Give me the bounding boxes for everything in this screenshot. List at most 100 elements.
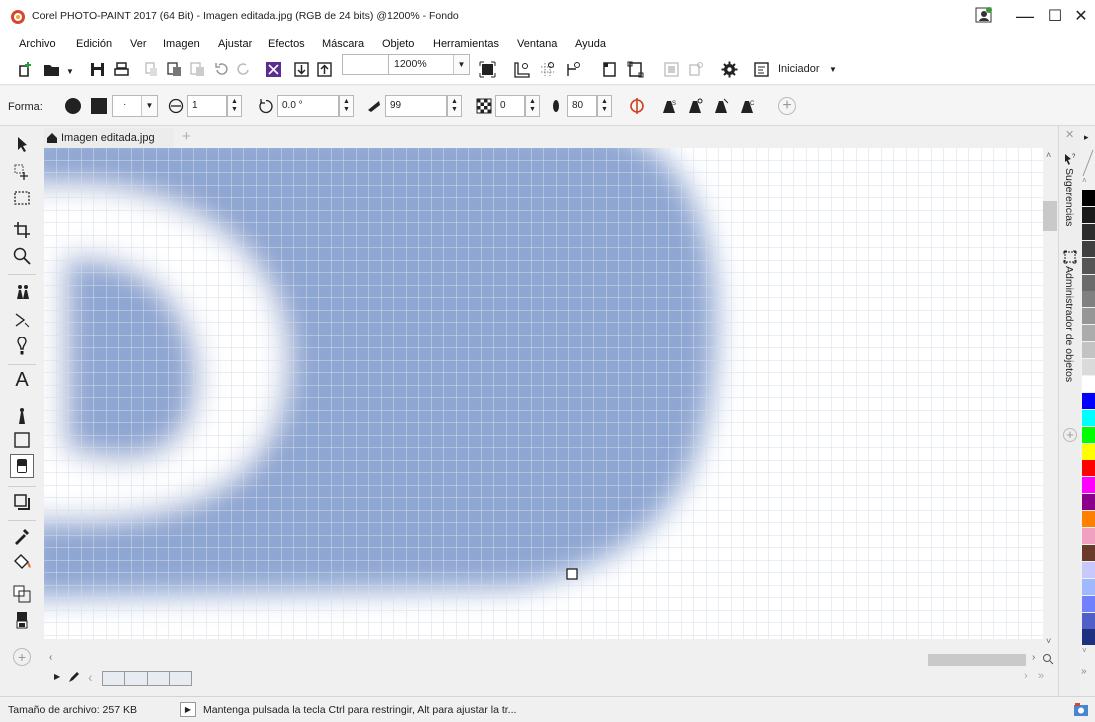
zoom-corner-icon[interactable] (1042, 653, 1054, 668)
nav-next-icon[interactable]: › (1024, 670, 1028, 682)
redo-icon[interactable] (232, 59, 254, 80)
palette-scroll-down-icon[interactable]: ˅ (1082, 646, 1087, 655)
zoom-dropdown-icon[interactable]: ▼ (453, 55, 469, 74)
palette-expand-icon[interactable]: » (1081, 666, 1087, 677)
brush-mode-1-icon[interactable]: S (658, 95, 680, 117)
add-tool-button[interactable]: + (13, 648, 31, 666)
zoom-level-field[interactable]: 1200% ▼ (388, 54, 470, 75)
launcher-dropdown-icon[interactable]: ▼ (829, 65, 837, 74)
palette-swatch[interactable] (1082, 240, 1095, 257)
menu-ayuda[interactable]: Ayuda (575, 38, 606, 50)
transparency-spinner[interactable]: ▲ ▼ (525, 95, 540, 117)
horizontal-scrollbar[interactable]: ‹ › (44, 652, 1058, 667)
menu-ajustar[interactable]: Ajustar (218, 38, 252, 50)
menu-edicion[interactable]: Edición (76, 38, 112, 50)
palette-swatch[interactable] (1082, 460, 1095, 477)
palette-swatch[interactable] (1082, 544, 1095, 561)
palette-swatch[interactable] (1082, 308, 1095, 325)
palette-swatch[interactable] (1082, 426, 1095, 443)
nav-frames[interactable] (102, 671, 192, 686)
docker-close-icon[interactable]: ✕ (1065, 128, 1074, 141)
palette-swatch[interactable] (1082, 359, 1095, 375)
brush-mode-4-icon[interactable]: C (736, 95, 758, 117)
transparency-input[interactable]: 0 (495, 95, 525, 117)
lens-icon[interactable] (684, 59, 706, 80)
menu-ventana[interactable]: Ventana (517, 38, 557, 50)
palette-swatch[interactable] (1082, 274, 1095, 291)
brush-dropdown-icon[interactable]: ▼ (141, 96, 157, 116)
brush-mode-2-icon[interactable] (684, 95, 706, 117)
horizontal-scroll-thumb[interactable] (928, 654, 1026, 666)
launcher-label[interactable]: Iniciador (778, 63, 820, 75)
palette-swatch[interactable] (1082, 477, 1095, 494)
hints-docker-tab[interactable]: Sugerencias (1063, 168, 1075, 226)
crop-tool-icon[interactable] (10, 218, 34, 242)
mask-transform-tool-icon[interactable] (10, 160, 34, 184)
zoom-tool-icon[interactable] (10, 244, 34, 268)
paste-icon[interactable] (163, 59, 185, 80)
new-icon[interactable] (14, 59, 36, 80)
nav-frame[interactable] (170, 672, 191, 685)
palette-swatch[interactable] (1082, 511, 1095, 528)
rotate-input[interactable]: 0.0 ° (277, 95, 339, 117)
scroll-right-icon[interactable]: › (1032, 652, 1035, 663)
status-toggle-icon[interactable]: ▶ (180, 702, 196, 717)
palette-swatch[interactable] (1082, 595, 1095, 612)
export-icon[interactable] (313, 59, 335, 80)
eraser-tool-icon[interactable] (10, 454, 34, 478)
pick-tool-icon[interactable] (10, 132, 34, 156)
text-tool-icon[interactable]: A (10, 368, 34, 392)
palette-swatch[interactable] (1082, 375, 1095, 392)
eyedropper-tool-icon[interactable] (10, 280, 34, 304)
palette-swatch[interactable] (1082, 223, 1095, 240)
palette-swatch[interactable] (1082, 578, 1095, 595)
menu-archivo[interactable]: Archivo (19, 38, 56, 50)
palette-swatch[interactable] (1082, 206, 1095, 223)
palette-swatch[interactable] (1082, 342, 1095, 359)
soft-edge-input[interactable]: 80 (567, 95, 597, 117)
brush-mode-3-icon[interactable] (710, 95, 732, 117)
minimize-button[interactable]: — (1010, 5, 1040, 27)
palette-swatch[interactable] (1082, 612, 1095, 629)
menu-efectos[interactable]: Efectos (268, 38, 305, 50)
add-docker-button[interactable]: + (1063, 428, 1077, 442)
palette-swatch[interactable] (1082, 257, 1095, 274)
palette-swatch[interactable] (1082, 325, 1095, 342)
nav-play-icon[interactable]: ▶ (54, 672, 60, 681)
mask-icon[interactable] (598, 59, 620, 80)
rectangle-mask-tool-icon[interactable] (10, 186, 34, 210)
menu-objeto[interactable]: Objeto (382, 38, 414, 50)
nav-frame[interactable] (125, 672, 148, 685)
open-dropdown-icon[interactable]: ▼ (66, 67, 74, 76)
menu-mascara[interactable]: Máscara (322, 38, 364, 50)
menu-imagen[interactable]: Imagen (163, 38, 200, 50)
symmetry-icon[interactable] (626, 95, 648, 117)
effect-tool-icon[interactable] (10, 308, 34, 332)
close-button[interactable]: ✕ (1066, 5, 1095, 27)
nav-last-icon[interactable]: » (1038, 670, 1044, 682)
nib-size-spinner[interactable]: ▲ ▼ (227, 95, 242, 117)
palette-swatch[interactable] (1082, 409, 1095, 426)
connect-icon[interactable] (975, 6, 993, 24)
menu-herramientas[interactable]: Herramientas (433, 38, 499, 50)
object-manager-docker-tab[interactable]: Administrador de objetos (1063, 266, 1075, 382)
palette-swatch[interactable] (1082, 528, 1095, 544)
print-icon[interactable] (110, 59, 132, 80)
palette-swatch[interactable] (1082, 291, 1095, 308)
rotate-spinner[interactable]: ▲ ▼ (339, 95, 354, 117)
palette-menu-icon[interactable]: ▸ (1084, 132, 1089, 143)
fill-tool-icon[interactable] (10, 550, 34, 574)
show-grid-icon[interactable] (536, 59, 558, 80)
options-icon[interactable] (718, 59, 740, 80)
flatten-spinner[interactable]: ▲ ▼ (447, 95, 462, 117)
add-property-button[interactable]: + (778, 97, 796, 115)
import-icon[interactable] (290, 59, 312, 80)
vertical-scroll-thumb[interactable] (1043, 201, 1057, 231)
image-canvas[interactable] (44, 148, 1043, 639)
open-icon[interactable] (40, 59, 62, 80)
new-tab-button[interactable]: + (182, 128, 191, 145)
vertical-scrollbar[interactable]: ˄ ˅ (1043, 148, 1058, 655)
paste-disabled-icon[interactable] (186, 59, 208, 80)
scroll-left-icon[interactable]: ‹ (49, 652, 52, 663)
palette-swatch[interactable] (1082, 392, 1095, 409)
